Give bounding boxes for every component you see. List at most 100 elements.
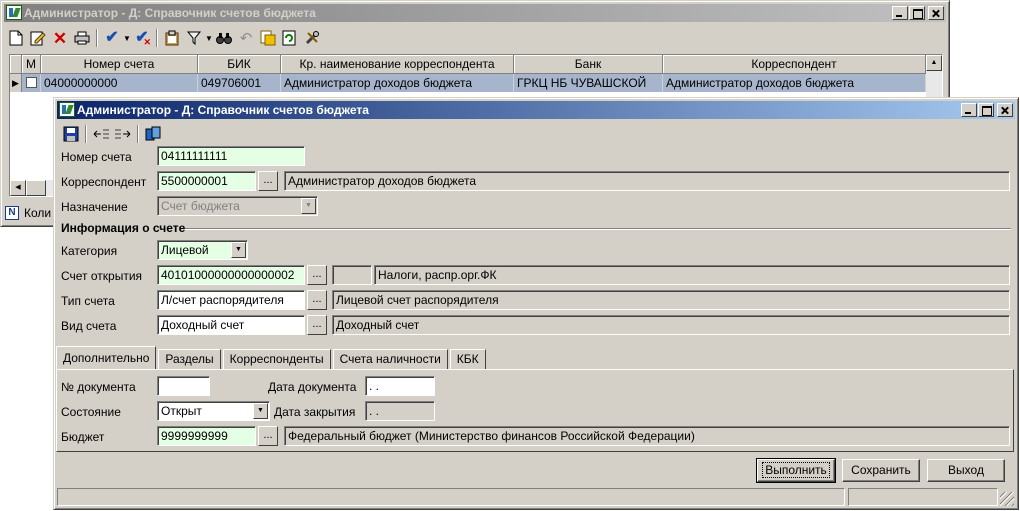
export-icon[interactable] [257, 28, 279, 48]
row-account[interactable]: 04000000000 [41, 74, 198, 92]
indent-right-icon[interactable] [112, 124, 134, 144]
tools-icon[interactable] [301, 28, 323, 48]
close-date-field: . . [365, 401, 435, 421]
exit-button[interactable]: Выход [927, 459, 1005, 482]
caption-buttons [891, 6, 944, 20]
tab-additional[interactable]: Дополнительно [56, 346, 157, 370]
check-icon[interactable]: ✔ [101, 28, 123, 48]
scroll-up-icon[interactable]: ▲ [926, 55, 942, 71]
category-select[interactable]: Лицевой ▼ [157, 240, 248, 260]
category-value: Лицевой [161, 243, 209, 257]
dropdown-arrow-icon[interactable]: ▼ [205, 34, 213, 43]
budget-label: Бюджет [61, 430, 105, 444]
row-bank[interactable]: ГРКЦ НБ ЧУВАШСКОЙ [514, 74, 663, 92]
budget-name-field: Федеральный бюджет (Министерство финансо… [284, 426, 1010, 446]
edit-window-title: Администратор - Д: Справочник счетов бюд… [77, 103, 369, 117]
close-date-label: Дата закрытия [274, 405, 356, 419]
toolbar-separator [96, 29, 98, 47]
budget-code-field[interactable]: 9999999999 [157, 426, 256, 446]
opening-account-extra-field [332, 265, 372, 285]
tab-correspondents[interactable]: Корреспонденты [222, 349, 331, 370]
purpose-label: Назначение [61, 200, 128, 214]
database-icon[interactable] [142, 124, 164, 144]
print-icon[interactable] [71, 28, 93, 48]
state-select[interactable]: Открыт ▼ [157, 401, 270, 421]
edit-window-titlebar[interactable]: Администратор - Д: Справочник счетов бюд… [57, 101, 1015, 119]
state-value: Открыт [161, 404, 202, 418]
chevron-down-icon[interactable]: ▼ [231, 242, 246, 258]
app-icon[interactable] [6, 5, 22, 20]
tab-sections[interactable]: Разделы [158, 349, 221, 370]
execute-button[interactable]: Выполнить [756, 458, 836, 483]
account-kind-lookup-button[interactable]: ... [307, 315, 327, 335]
grid-header-bank[interactable]: Банк [514, 55, 663, 74]
app-icon[interactable] [59, 102, 75, 117]
maximize-button[interactable] [909, 6, 925, 20]
indent-left-icon[interactable] [90, 124, 112, 144]
correspondent-label: Корреспондент [61, 175, 147, 189]
chevron-down-icon[interactable]: ▼ [253, 403, 268, 419]
edit-icon[interactable] [27, 28, 49, 48]
budget-lookup-button[interactable]: ... [258, 426, 278, 446]
status-pane-secondary [848, 488, 998, 506]
filter-icon[interactable] [183, 28, 205, 48]
clipboard-icon[interactable] [161, 28, 183, 48]
tab-cash-accounts[interactable]: Счета наличности [332, 349, 448, 370]
dropdown-arrow-icon[interactable]: ▼ [123, 34, 131, 43]
account-type-lookup-button[interactable]: ... [307, 290, 327, 310]
doc-number-field[interactable] [157, 376, 210, 396]
row-short-name[interactable]: Администратор доходов бюджета [281, 74, 514, 92]
minimize-button[interactable] [892, 6, 908, 20]
back-window-title: Администратор - Д: Справочник счетов бюд… [24, 6, 316, 20]
close-button[interactable] [997, 103, 1013, 117]
refresh-icon[interactable] [279, 28, 301, 48]
grid-header-mark[interactable]: M [22, 55, 41, 74]
section-divider [185, 228, 1011, 230]
edit-toolbar [60, 122, 164, 146]
correspondent-name-field: Администратор доходов бюджета [284, 171, 1010, 191]
opening-account-label: Счет открытия [61, 269, 143, 283]
record-count-text: Коли [24, 206, 52, 220]
resize-grip-icon[interactable] [1000, 492, 1014, 506]
save-icon[interactable] [60, 124, 82, 144]
account-number-field[interactable]: 04111111111 [157, 146, 305, 166]
correspondent-code-field[interactable]: 5500000001 [157, 171, 256, 191]
save-button[interactable]: Сохранить [842, 459, 920, 482]
opening-account-field[interactable]: 40101000000000000002 [157, 265, 305, 285]
grid-header-short-name[interactable]: Кр. наименование корреспондента [281, 55, 514, 74]
account-type-field[interactable]: Л/счет распорядителя [157, 290, 305, 310]
close-button[interactable] [928, 6, 944, 20]
minimize-button[interactable] [961, 103, 977, 117]
account-kind-name-field: Доходный счет [332, 315, 1010, 335]
doc-number-label: № документа [61, 380, 136, 394]
opening-account-lookup-button[interactable]: ... [307, 265, 327, 285]
correspondent-lookup-button[interactable]: ... [258, 171, 278, 191]
doc-date-field[interactable]: . . [365, 376, 435, 396]
scroll-left-icon[interactable]: ◀ [10, 180, 26, 196]
tab-kbk[interactable]: КБК [449, 349, 486, 370]
maximize-button[interactable] [978, 103, 994, 117]
grid-header-account[interactable]: Номер счета [41, 55, 198, 74]
uncheck-icon[interactable]: ✔ ✕ [131, 28, 153, 48]
account-number-label: Номер счета [61, 150, 132, 164]
grid-header-correspondent[interactable]: Корреспондент [663, 55, 926, 74]
back-window-titlebar[interactable]: Администратор - Д: Справочник счетов бюд… [4, 4, 946, 22]
grid-header-bik[interactable]: БИК [198, 55, 281, 74]
horizontal-scroll-thumb[interactable] [26, 180, 46, 196]
row-correspondent[interactable]: Администратор доходов бюджета [663, 74, 926, 92]
toolbar-separator [137, 125, 139, 143]
purpose-select[interactable]: Счет бюджета ▼ [157, 196, 318, 216]
record-count-icon: N [5, 206, 19, 220]
table-row[interactable]: ▶ 04000000000 049706001 Администратор до… [10, 74, 942, 92]
delete-icon[interactable]: ✕ [49, 28, 71, 48]
row-bik[interactable]: 049706001 [198, 74, 281, 92]
undo-icon[interactable]: ↶ [235, 28, 257, 48]
account-kind-field[interactable]: Доходный счет [157, 315, 305, 335]
status-pane-main [57, 488, 845, 506]
opening-account-name-field: Налоги, распр.орг.ФК [374, 265, 1010, 285]
binoculars-icon[interactable] [213, 28, 235, 48]
new-document-icon[interactable] [5, 28, 27, 48]
chevron-down-icon[interactable]: ▼ [301, 198, 316, 214]
row-checkbox[interactable] [22, 74, 41, 92]
doc-date-label: Дата документа [268, 380, 357, 394]
